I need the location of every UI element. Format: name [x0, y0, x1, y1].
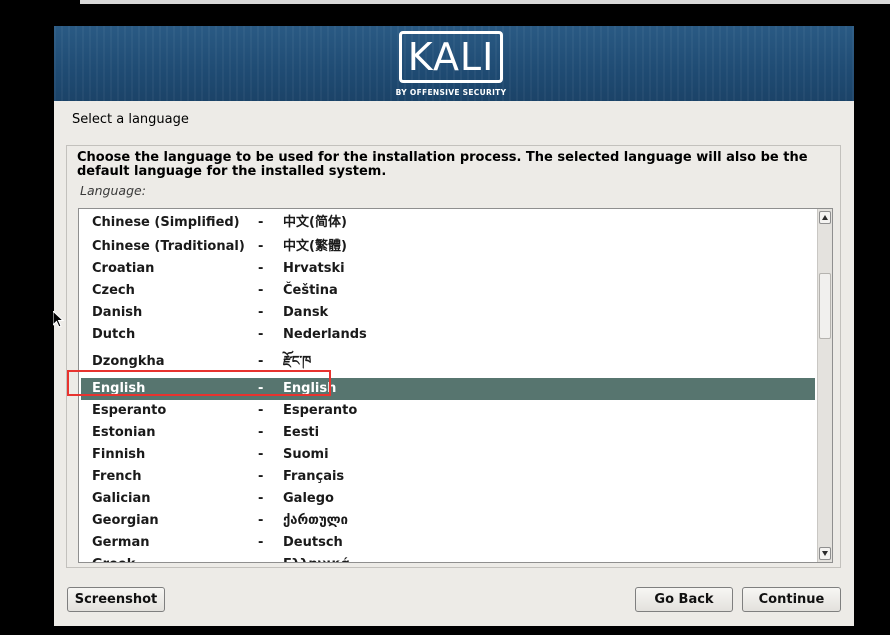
language-option[interactable]: Croatian - Hrvatski: [81, 258, 815, 280]
language-native-name: Dansk: [283, 305, 329, 320]
language-name: Georgian: [92, 513, 159, 528]
language-option[interactable]: Chinese (Traditional) - 中文(繁體): [81, 236, 815, 258]
language-option[interactable]: Finnish - Suomi: [81, 444, 815, 466]
language-separator: -: [258, 239, 264, 254]
language-option[interactable]: Dutch - Nederlands: [81, 324, 815, 346]
language-option[interactable]: Esperanto - Esperanto: [81, 400, 815, 422]
language-name: Galician: [92, 491, 151, 506]
language-native-name: Esperanto: [283, 403, 358, 418]
language-native-name: Suomi: [283, 447, 329, 462]
language-option[interactable]: Greek - Ελληνικά: [81, 554, 815, 562]
language-separator: -: [258, 554, 263, 562]
language-name: Czech: [92, 283, 135, 298]
chevron-down-icon: [822, 551, 828, 556]
screenshot-button[interactable]: Screenshot: [67, 587, 165, 612]
language-name: Finnish: [92, 447, 146, 462]
language-separator: -: [258, 403, 264, 418]
top-window-strip: [80, 0, 890, 4]
language-name: German: [92, 535, 150, 550]
language-native-name: 中文(繁體): [283, 239, 347, 254]
language-option[interactable]: Chinese (Simplified) - 中文(简体): [81, 212, 815, 234]
kali-banner: KALI BY OFFENSIVE SECURITY: [54, 26, 854, 101]
language-option[interactable]: Estonian - Eesti: [81, 422, 815, 444]
language-option[interactable]: Georgian - ქართული: [81, 510, 815, 532]
language-name: Dzongkha: [92, 354, 165, 369]
instruction-text: Choose the language to be used for the i…: [77, 150, 808, 179]
language-native-name: Čeština: [283, 283, 338, 298]
mouse-pointer-icon: [53, 311, 65, 328]
scroll-thumb[interactable]: [819, 273, 831, 339]
language-name: French: [92, 469, 142, 484]
language-native-name: Hrvatski: [283, 261, 345, 276]
language-option[interactable]: Dzongkha - རྫོང་ཁ: [81, 350, 815, 374]
language-native-name: Français: [283, 469, 345, 484]
language-native-name: Galego: [283, 491, 334, 506]
kali-logo-text: KALI: [407, 35, 495, 79]
continue-button[interactable]: Continue: [742, 587, 841, 612]
language-name: Dutch: [92, 327, 136, 342]
language-separator: -: [258, 447, 264, 462]
language-native-name: རྫོང་ཁ: [283, 354, 312, 369]
language-option[interactable]: French - Français: [81, 466, 815, 488]
language-native-name: English: [283, 381, 337, 396]
language-name: Chinese (Traditional): [92, 239, 245, 254]
language-separator: -: [258, 491, 264, 506]
language-option[interactable]: Danish - Dansk: [81, 302, 815, 324]
language-separator: -: [258, 283, 264, 298]
language-option[interactable]: Galician - Galego: [81, 488, 815, 510]
go-back-button[interactable]: Go Back: [635, 587, 733, 612]
language-separator: -: [258, 425, 264, 440]
language-separator: -: [258, 381, 264, 396]
chevron-up-icon: [822, 215, 828, 220]
language-option[interactable]: German - Deutsch: [81, 532, 815, 554]
language-name: Chinese (Simplified): [92, 215, 240, 230]
language-separator: -: [258, 535, 264, 550]
language-option[interactable]: English - English: [81, 378, 815, 400]
language-name: Greek: [92, 554, 135, 562]
kali-logo-subtitle: BY OFFENSIVE SECURITY: [395, 88, 507, 97]
language-native-name: 中文(简体): [283, 215, 347, 230]
language-separator: -: [258, 305, 264, 320]
language-native-name: Nederlands: [283, 327, 367, 342]
language-name: Danish: [92, 305, 143, 320]
language-native-name: Eesti: [283, 425, 320, 440]
language-native-name: Deutsch: [283, 535, 343, 550]
language-native-name: Ελληνικά: [283, 554, 350, 562]
scroll-down-button[interactable]: [819, 547, 831, 560]
scroll-up-button[interactable]: [819, 211, 831, 224]
language-separator: -: [258, 215, 264, 230]
language-list-scrollbar[interactable]: [817, 209, 832, 562]
language-name: English: [92, 381, 146, 396]
language-separator: -: [258, 469, 264, 484]
page-title: Select a language: [72, 112, 189, 127]
installer-window: KALI BY OFFENSIVE SECURITY Select a lang…: [54, 26, 854, 626]
language-separator: -: [258, 513, 264, 528]
language-separator: -: [258, 327, 264, 342]
language-separator: -: [258, 354, 264, 369]
language-name: Croatian: [92, 261, 155, 276]
language-list[interactable]: Chinese (Simplified) - 中文(简体) Chinese (Trad…: [78, 208, 833, 563]
language-option[interactable]: Czech - Čeština: [81, 280, 815, 302]
language-name: Esperanto: [92, 403, 167, 418]
language-label: Language:: [80, 183, 146, 198]
language-separator: -: [258, 261, 264, 276]
content-panel: Choose the language to be used for the i…: [66, 145, 841, 568]
kali-logo: KALI: [399, 31, 503, 83]
language-native-name: ქართული: [283, 513, 348, 528]
language-name: Estonian: [92, 425, 156, 440]
